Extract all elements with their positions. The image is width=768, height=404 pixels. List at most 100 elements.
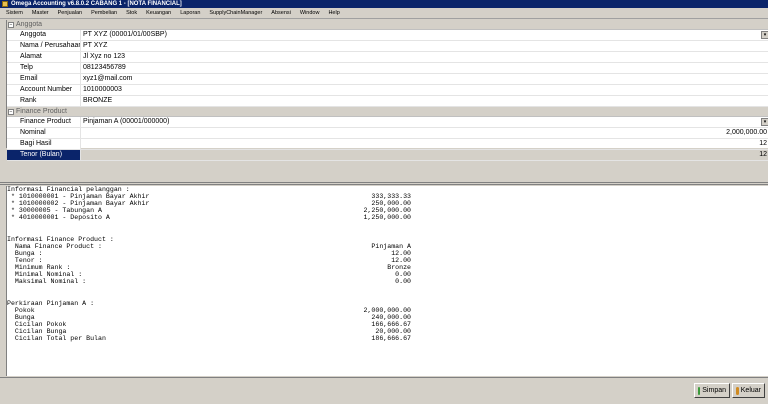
- report-line: [7, 285, 768, 292]
- report-line-value: 186,666.67: [371, 334, 411, 342]
- save-label: Simpan: [702, 387, 726, 394]
- report-line-text: Maksimal Nominal :: [7, 278, 87, 286]
- report-line-value: 2,250,000.00: [363, 207, 411, 215]
- property-value-text: Jl Xyz no 123: [83, 53, 126, 60]
- property-label: Finance Product: [7, 117, 81, 127]
- property-value[interactable]: PT XYZ (00001/01/00SBP) ▾: [81, 30, 768, 40]
- property-value[interactable]: 2,000,000.00: [81, 128, 768, 138]
- property-row[interactable]: Tenor (Bulan) 12: [7, 150, 768, 161]
- report-line-text: Nama Finance Product :: [7, 242, 102, 250]
- save-button[interactable]: Simpan: [694, 383, 730, 398]
- report-line: Maksimal Nominal : 0.00: [7, 278, 768, 285]
- property-value-text: Pinjaman A (00001/000000): [83, 118, 170, 125]
- property-label: Nama / Perusahaan: [7, 41, 81, 51]
- dropdown-button-icon[interactable]: ▾: [761, 118, 768, 126]
- report-line-text: Minimal Nominal :: [7, 271, 83, 279]
- property-value-text: 12: [759, 151, 767, 158]
- property-row[interactable]: Email xyz1@mail.com: [7, 74, 768, 85]
- menu-item-stok[interactable]: Stok: [126, 10, 137, 16]
- property-label: Anggota: [7, 30, 81, 40]
- property-value-text: 12: [759, 140, 767, 147]
- menu-item-sistem[interactable]: Sistem: [6, 10, 23, 16]
- report-line-text: Bunga: [7, 313, 35, 321]
- report-line: Bunga : 12.00: [7, 250, 768, 257]
- report-line: * 1010000002 - Pinjaman Bayar Akhir 250,0…: [7, 200, 768, 207]
- exit-label: Keluar: [740, 387, 761, 394]
- report-line-value: 2,000,000.00: [363, 306, 411, 314]
- finance-rows: Finance Product Pinjaman A (00001/000000)…: [7, 117, 768, 161]
- property-row[interactable]: Alamat Jl Xyz no 123: [7, 52, 768, 63]
- property-label: Bagi Hasil: [7, 139, 81, 149]
- dropdown-button-icon[interactable]: ▾: [761, 31, 768, 39]
- report-line-value: 333,333.33: [371, 193, 411, 201]
- menu-item-master[interactable]: Master: [32, 10, 49, 16]
- window-title: Omega Accounting v6.8.0.2 CABANG 1 - [NO…: [11, 1, 182, 7]
- report-line-value: 0.00: [395, 278, 411, 286]
- menu-item-keuangan[interactable]: Keuangan: [146, 10, 171, 16]
- report-line-value: Bronze: [387, 264, 411, 272]
- report-line-text: Tenor :: [7, 256, 43, 264]
- report-line-value: 12.00: [391, 256, 411, 264]
- category-anggota[interactable]: − Anggota: [7, 20, 768, 30]
- property-row[interactable]: Telp 08123456789: [7, 63, 768, 74]
- menu-bar: Sistem Master Penjualan Pembelian Stok Keuang…: [0, 8, 768, 19]
- report-line-text: Pokok: [7, 306, 35, 314]
- property-label: Email: [7, 74, 81, 84]
- report-line: [7, 229, 768, 236]
- property-label: Telp: [7, 63, 81, 73]
- anggota-rows: Anggota PT XYZ (00001/01/00SBP) ▾ Nama / Pe…: [7, 30, 768, 107]
- menu-item-help[interactable]: Help: [328, 10, 339, 16]
- category-label: Finance Product: [16, 108, 67, 115]
- property-value[interactable]: 12: [81, 150, 768, 160]
- property-value-text: xyz1@mail.com: [83, 75, 133, 82]
- property-value[interactable]: 1010000003: [81, 85, 768, 95]
- report-line: Cicilan Pokok 166,666.67: [7, 321, 768, 328]
- property-value[interactable]: xyz1@mail.com: [81, 74, 768, 84]
- property-row[interactable]: Bagi Hasil 12: [7, 139, 768, 150]
- property-value[interactable]: 12: [81, 139, 768, 149]
- property-value[interactable]: 08123456789: [81, 63, 768, 73]
- property-value-text: BRONZE: [83, 97, 113, 104]
- report-line-text: * 1010000002 - Pinjaman Bayar Akhir: [7, 200, 150, 208]
- property-value-text: 1010000003: [83, 86, 122, 93]
- property-row[interactable]: Nominal 2,000,000.00: [7, 128, 768, 139]
- property-label: Rank: [7, 96, 81, 106]
- property-row[interactable]: Rank BRONZE: [7, 96, 768, 107]
- property-value[interactable]: BRONZE: [81, 96, 768, 106]
- splitter[interactable]: [0, 182, 768, 185]
- property-row[interactable]: Finance Product Pinjaman A (00001/000000)…: [7, 117, 768, 128]
- property-value[interactable]: PT XYZ: [81, 41, 768, 51]
- report-line-value: 240,000.00: [371, 313, 411, 321]
- collapse-toggle-icon[interactable]: −: [8, 21, 14, 28]
- property-label: Nominal: [7, 128, 81, 138]
- property-value-text: 08123456789: [83, 64, 126, 71]
- property-row[interactable]: Anggota PT XYZ (00001/01/00SBP) ▾: [7, 30, 768, 41]
- report-line-value: 1,250,000.00: [363, 214, 411, 222]
- report-line-text: * 1010000001 - Pinjaman Bayar Akhir: [7, 193, 150, 201]
- menu-item-penjualan[interactable]: Penjualan: [58, 10, 82, 16]
- report-line: Tenor : 12.00: [7, 257, 768, 264]
- category-finance-product[interactable]: − Finance Product: [7, 107, 768, 117]
- menu-item-laporan[interactable]: Laporan: [180, 10, 200, 16]
- menu-item-absensi[interactable]: Absensi: [271, 10, 291, 16]
- report-line: [7, 221, 768, 228]
- report-line-text: Cicilan Bunga: [7, 327, 67, 335]
- report-line: Minimum Rank : Bronze: [7, 264, 768, 271]
- report-line: Cicilan Bunga 20,000.00: [7, 328, 768, 335]
- property-value[interactable]: Jl Xyz no 123: [81, 52, 768, 62]
- report-line: * 1010000001 - Pinjaman Bayar Akhir 333,3…: [7, 193, 768, 200]
- collapse-toggle-icon[interactable]: −: [8, 108, 14, 115]
- exit-button[interactable]: Keluar: [732, 383, 765, 398]
- report-line: Informasi Financial pelanggan :: [7, 186, 768, 193]
- property-label: Alamat: [7, 52, 81, 62]
- menu-item-supplychainmanager[interactable]: SupplyChainManager: [209, 10, 262, 16]
- report-line-value: 0.00: [395, 271, 411, 279]
- menu-item-pembelian[interactable]: Pembelian: [91, 10, 117, 16]
- property-value-text: PT XYZ (00001/01/00SBP): [83, 31, 167, 38]
- property-row[interactable]: Nama / Perusahaan PT XYZ: [7, 41, 768, 52]
- menu-item-window[interactable]: Window: [300, 10, 320, 16]
- report-panel: Informasi Financial pelanggan : * 101000…: [6, 186, 768, 376]
- property-row[interactable]: Account Number 1010000003: [7, 85, 768, 96]
- report-line-text: * 4010000001 - Deposito A: [7, 214, 110, 222]
- property-value[interactable]: Pinjaman A (00001/000000) ▾: [81, 117, 768, 127]
